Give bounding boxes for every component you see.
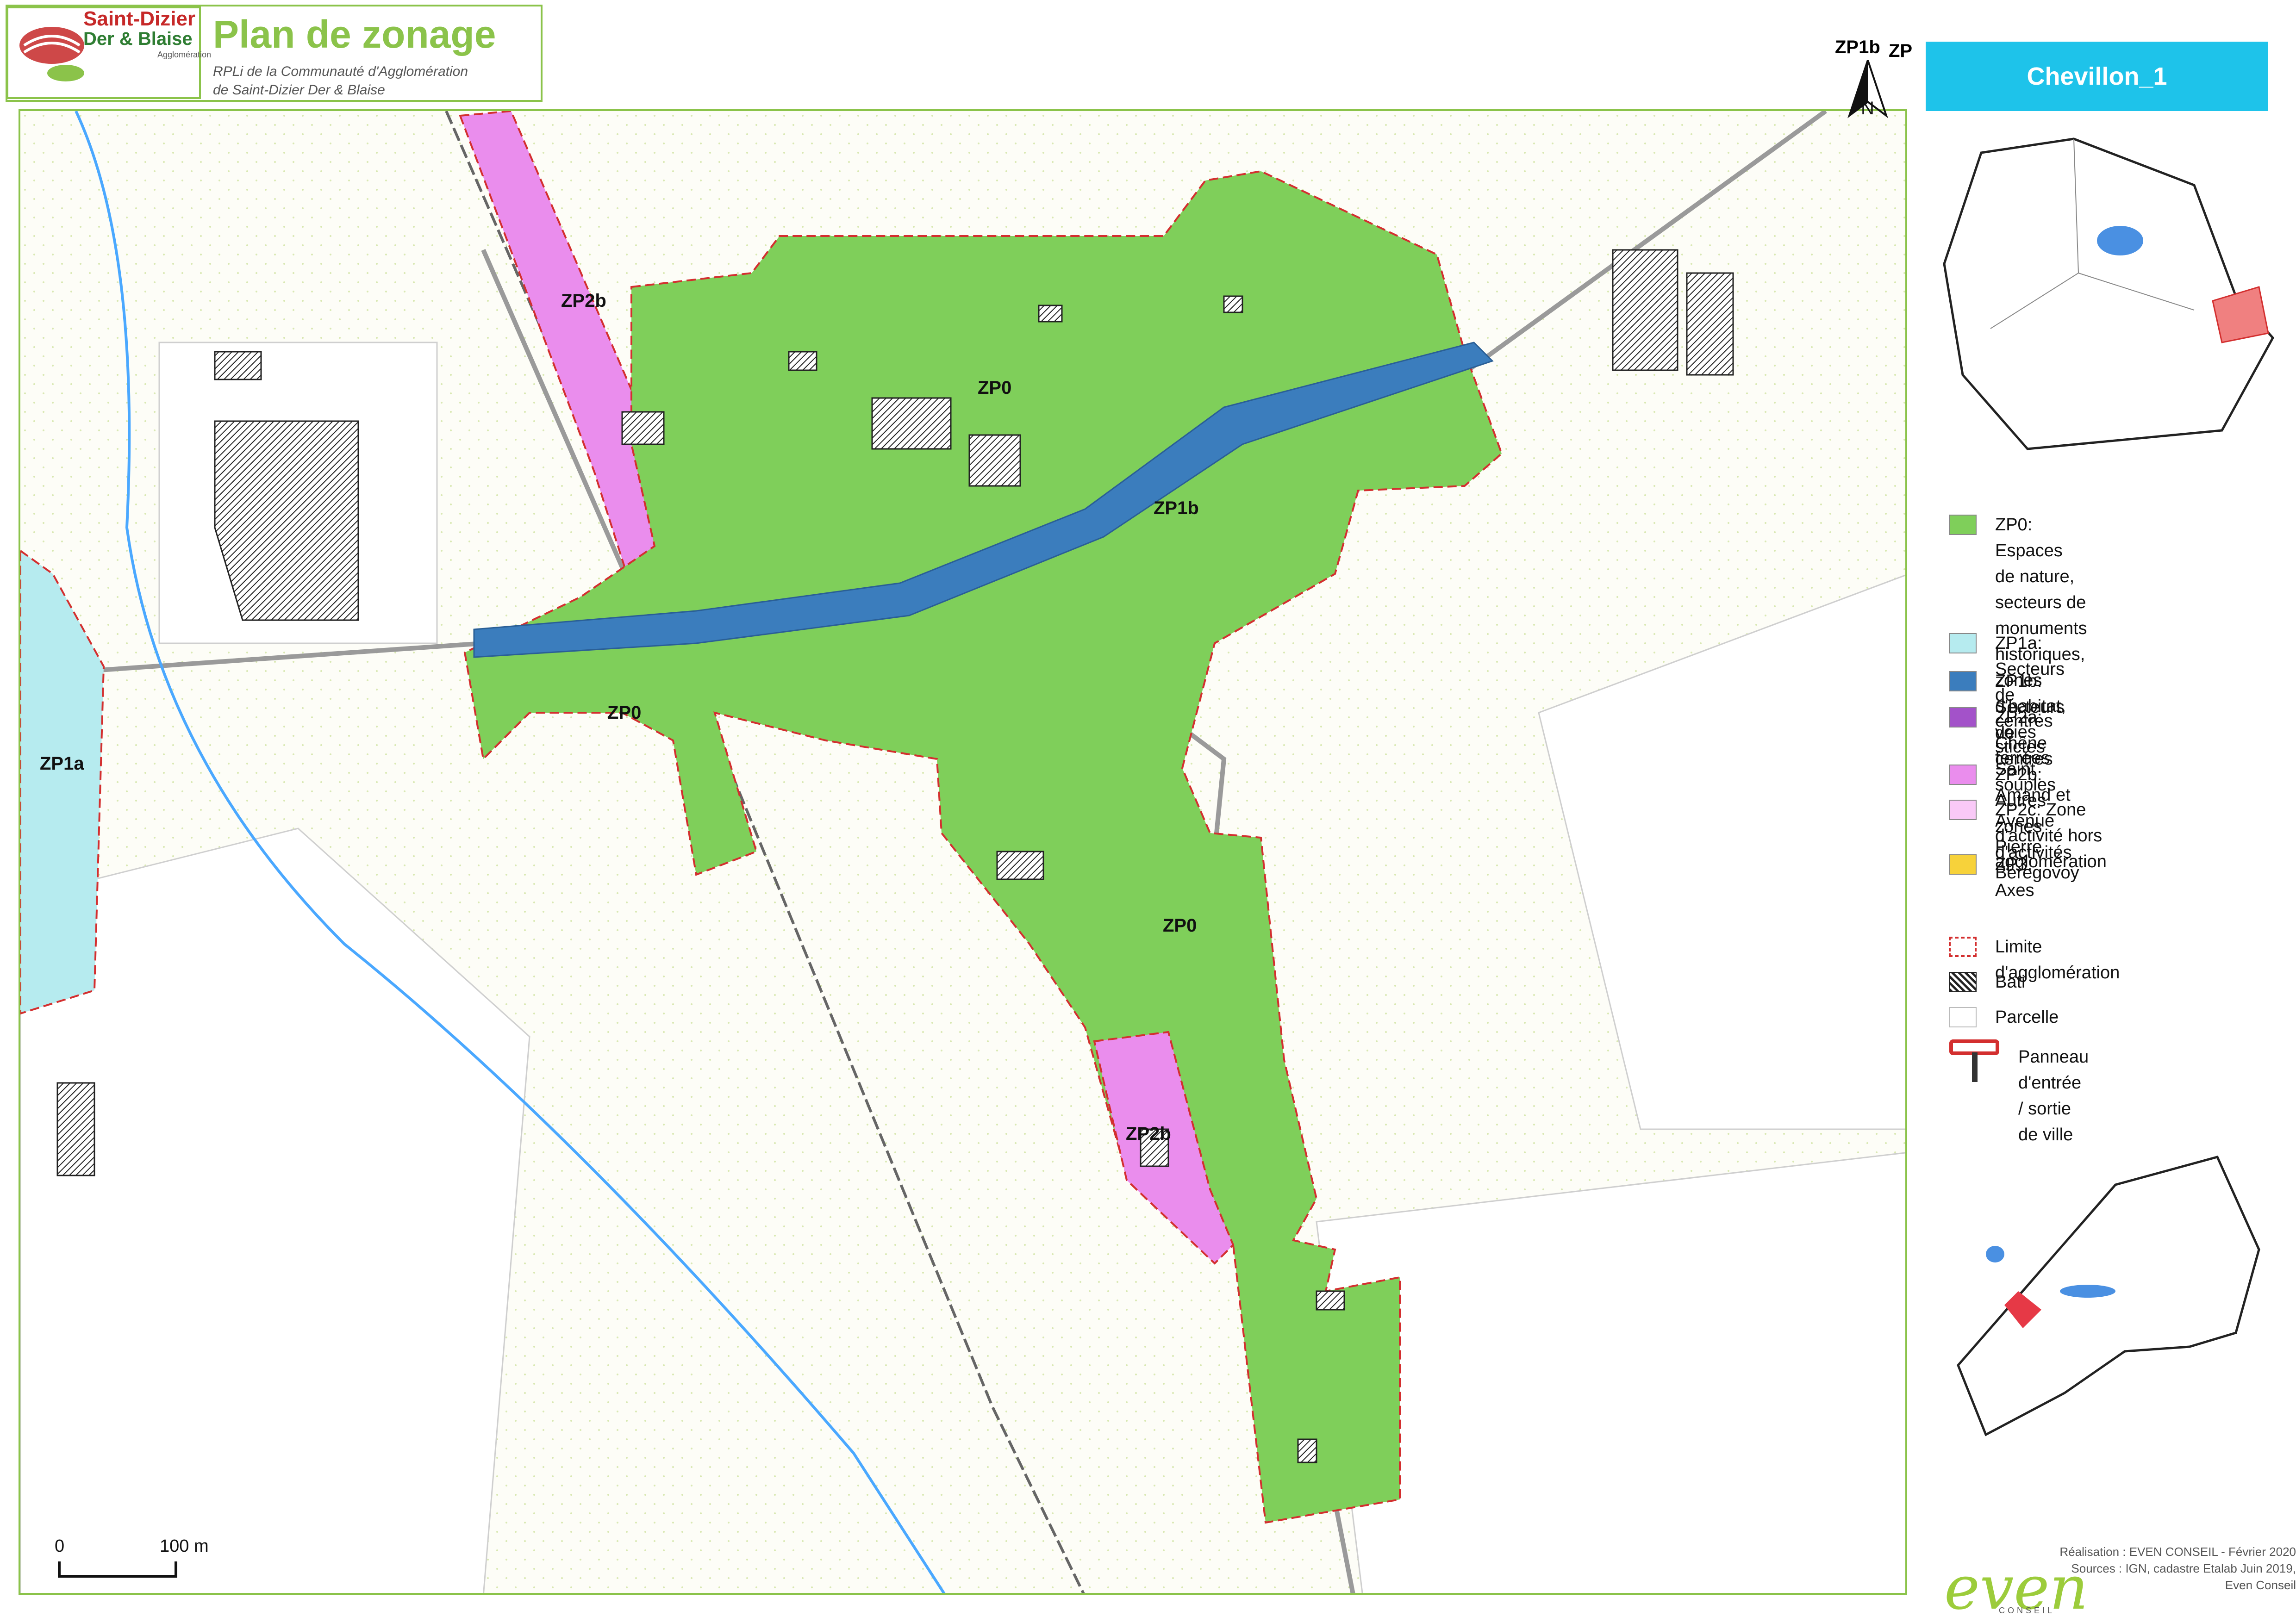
zone-label-zp1a: ZP1a xyxy=(40,753,84,774)
legend-label-panneau: Panneau d'entrée / sortie de ville xyxy=(2018,1047,2089,1144)
logo-text-saint-dizier: Saint-Dizier xyxy=(83,7,196,30)
legend-swatch-parcelle xyxy=(1949,1007,1977,1027)
zone-label-zp2b-south: ZP2b xyxy=(1126,1124,1171,1144)
legend-swatch-zp2b xyxy=(1949,765,1977,785)
page-subtitle-line2: de Saint-Dizier Der & Blaise xyxy=(213,82,385,98)
credits-line1: Réalisation : EVEN CONSEIL - Février 202… xyxy=(2059,1545,2296,1559)
scale-bar xyxy=(58,1561,177,1578)
panneau-sign-icon xyxy=(1949,1039,1999,1082)
logo-emblem-icon xyxy=(19,27,84,81)
zone-label-zp0-south: ZP0 xyxy=(1163,915,1197,936)
legend-label-zp3: ZP3: Axes xyxy=(1995,855,2034,900)
zoning-map[interactable]: ZP2b ZP0 ZP1b ZP0 ZP1a ZP0 ZP2b ZP1b xyxy=(19,109,1907,1595)
page-title: Plan de zonage xyxy=(213,12,496,56)
credits-line2: Sources : IGN, cadastre Etalab Juin 2019… xyxy=(2071,1561,2296,1575)
legend-swatch-zp2c xyxy=(1949,800,1977,820)
locator-map-commune xyxy=(1957,1156,2260,1436)
even-conseil-logo-subtitle: CONSEIL xyxy=(1999,1606,2055,1615)
zone-label-zp1b-top: ZP1b xyxy=(1833,37,1882,58)
legend-swatch-zp2a xyxy=(1949,707,1977,728)
scale-start-label: 0 xyxy=(55,1536,65,1556)
legend-swatch-bati xyxy=(1949,972,1977,992)
legend-label-bati: Bati xyxy=(1995,972,2026,992)
zone-label-zp1b-center: ZP1b xyxy=(1154,498,1199,518)
zone-label-zp-top: ZP xyxy=(1889,41,1913,62)
zone-label-zp0-center: ZP0 xyxy=(978,378,1012,398)
commune-name-banner: Chevillon_1 xyxy=(1926,42,2268,111)
legend-swatch-zp1a xyxy=(1949,633,1977,653)
page-subtitle-line1: RPLi de la Communauté d'Agglomération xyxy=(213,64,468,79)
zone-label-zp2b-north: ZP2b xyxy=(561,291,606,311)
scale-end-label: 100 m xyxy=(160,1536,209,1556)
legend-swatch-zp1b xyxy=(1949,671,1977,691)
locator-map-territory xyxy=(1943,137,2275,450)
zone-label-zp0-west: ZP0 xyxy=(607,703,642,723)
map-canvas[interactable] xyxy=(20,111,1907,1595)
logo-text-der-blaise: Der & Blaise xyxy=(83,29,193,49)
legend-swatch-limit xyxy=(1949,937,1977,957)
legend-label-parcelle: Parcelle xyxy=(1995,1007,2059,1027)
north-label: N xyxy=(1861,98,1874,118)
map-credits: Réalisation : EVEN CONSEIL - Février 202… xyxy=(1990,1543,2296,1593)
logo-text-agglomeration: Agglomération xyxy=(157,50,212,59)
legend-swatch-zp3 xyxy=(1949,854,1977,875)
legend-swatch-zp0 xyxy=(1949,515,1977,535)
credits-line3: Even Conseil xyxy=(2225,1578,2296,1592)
